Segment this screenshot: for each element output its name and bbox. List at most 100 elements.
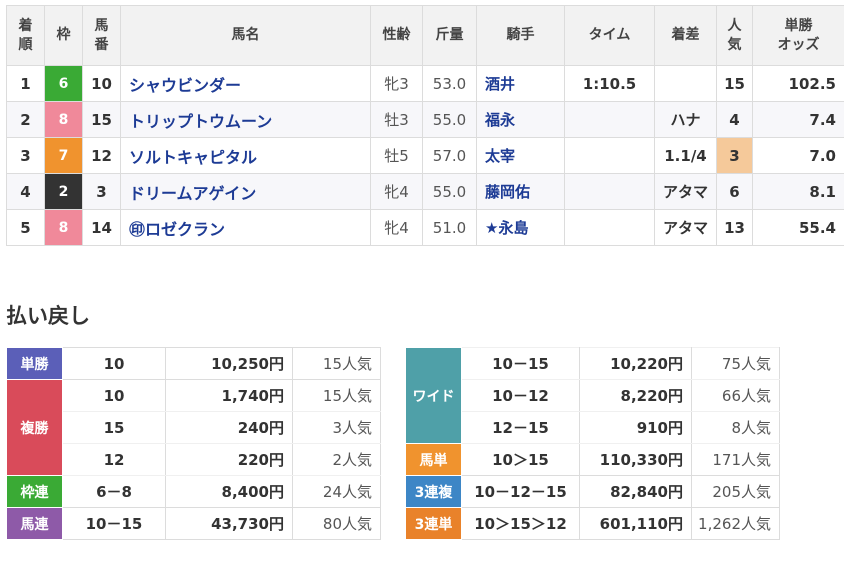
payout-popularity-cell: 24人気 <box>292 475 381 508</box>
combination-cell: 10＞15＞12 <box>461 507 580 540</box>
bet-type-label: 馬単 <box>405 443 462 476</box>
jockey-cell[interactable]: 福永 <box>476 101 565 138</box>
result-header-row: 着 順 枠 馬 番 馬名 性齢 斤量 騎手 タイム 着差 人 気 単勝 オッズ <box>6 5 844 66</box>
payout-row: 3連単 10＞15＞12 601,110円 1,262人気 <box>405 507 780 540</box>
weight-cell: 57.0 <box>422 137 477 174</box>
bet-type-label: 3連複 <box>405 475 462 508</box>
header-name: 馬名 <box>120 5 371 66</box>
horse-number-cell: 10 <box>82 65 121 102</box>
horse-name-link[interactable]: シャウビンダー <box>129 76 241 95</box>
combination-cell: 10 <box>62 347 166 380</box>
jockey-link[interactable]: 福永 <box>485 111 515 129</box>
horse-name-link[interactable]: ドリームアゲイン <box>129 184 256 203</box>
popularity-cell: 4 <box>716 101 753 138</box>
header-weight: 斤量 <box>422 5 477 66</box>
payout-row: 12 220円 2人気 <box>7 443 381 476</box>
horse-name-link[interactable]: ソルトキャピタル <box>129 148 257 167</box>
bet-type-label: 単勝 <box>6 347 63 380</box>
jockey-link[interactable]: ★永島 <box>485 219 528 237</box>
waku-cell: 2 <box>44 173 83 210</box>
odds-cell: 8.1 <box>752 173 844 210</box>
popularity-cell: 6 <box>716 173 753 210</box>
popularity-cell: 13 <box>716 209 753 246</box>
header-waku: 枠 <box>44 5 83 66</box>
waku-cell: 8 <box>44 209 83 246</box>
payout-row: 複勝 10 1,740円 15人気 <box>6 379 381 476</box>
payout-popularity-cell: 75人気 <box>691 347 780 380</box>
jockey-cell[interactable]: 藤岡佑 <box>476 173 565 210</box>
result-row: 2 8 15 トリップトウムーン 牡3 55.0 福永 ハナ 4 7.4 <box>6 101 844 138</box>
bet-type-label: 馬連 <box>6 507 63 540</box>
sex-age-cell: 牡5 <box>370 137 423 174</box>
payout-row: 単勝 10 10,250円 15人気 <box>6 347 381 380</box>
payout-amount-cell: 10,220円 <box>579 347 692 380</box>
payout-row: 枠連 6－8 8,400円 24人気 <box>6 475 381 508</box>
payout-popularity-cell: 1,262人気 <box>691 507 780 540</box>
result-row: 1 6 10 シャウビンダー 牝3 53.0 酒井 1:10.5 15 102.5 <box>6 65 844 102</box>
odds-cell: 7.4 <box>752 101 844 138</box>
sex-age-cell: 牝3 <box>370 65 423 102</box>
margin-cell <box>654 65 717 102</box>
combination-cell: 12 <box>62 443 166 476</box>
jockey-cell[interactable]: 太宰 <box>476 137 565 174</box>
horse-name-cell[interactable]: ソルトキャピタル <box>120 137 371 174</box>
payout-table-right: ワイド 10－15 10,220円 75人気 10－12 8,220円 66人気 12－15 9… <box>405 347 780 540</box>
horse-name-cell[interactable]: ㊞ロゼクラン <box>120 209 371 246</box>
race-result-table: 着 順 枠 馬 番 馬名 性齢 斤量 騎手 タイム 着差 人 気 単勝 オッズ … <box>6 5 844 246</box>
combination-cell: 10 <box>62 379 166 412</box>
payout-table-left: 単勝 10 10,250円 15人気 複勝 10 1,740円 15人気 15 240円 3人気 12… <box>6 347 381 540</box>
payout-popularity-cell: 205人気 <box>691 475 780 508</box>
bet-type-label: 複勝 <box>6 379 63 476</box>
waku-cell: 8 <box>44 101 83 138</box>
payout-amount-cell: 8,400円 <box>165 475 293 508</box>
header-margin: 着差 <box>654 5 717 66</box>
payout-popularity-cell: 80人気 <box>292 507 381 540</box>
combination-cell: 12－15 <box>461 411 580 444</box>
rank-cell: 1 <box>6 65 45 102</box>
payout-amount-cell: 43,730円 <box>165 507 293 540</box>
payout-popularity-cell: 2人気 <box>292 443 381 476</box>
margin-cell: アタマ <box>654 173 717 210</box>
payout-amount-cell: 110,330円 <box>579 443 692 476</box>
horse-name-link[interactable]: ㊞ロゼクラン <box>129 220 225 239</box>
horse-name-cell[interactable]: トリップトウムーン <box>120 101 371 138</box>
bet-type-label: 枠連 <box>6 475 63 508</box>
payout-popularity-cell: 3人気 <box>292 411 381 444</box>
payout-amount-cell: 8,220円 <box>579 379 692 412</box>
popularity-cell: 3 <box>716 137 753 174</box>
margin-cell: アタマ <box>654 209 717 246</box>
payout-amount-cell: 240円 <box>165 411 293 444</box>
rank-cell: 3 <box>6 137 45 174</box>
jockey-cell[interactable]: 酒井 <box>476 65 565 102</box>
combination-cell: 10＞15 <box>461 443 580 476</box>
bet-type-label: 3連単 <box>405 507 462 540</box>
jockey-link[interactable]: 藤岡佑 <box>485 183 530 201</box>
header-jockey: 騎手 <box>476 5 565 66</box>
payout-amount-cell: 1,740円 <box>165 379 293 412</box>
rank-cell: 4 <box>6 173 45 210</box>
result-body: 1 6 10 シャウビンダー 牝3 53.0 酒井 1:10.5 15 102.5 2 8 15 トリップ… <box>6 65 844 246</box>
jockey-link[interactable]: 太宰 <box>485 147 515 165</box>
sex-age-cell: 牡3 <box>370 101 423 138</box>
waku-cell: 6 <box>44 65 83 102</box>
header-time: タイム <box>564 5 655 66</box>
jockey-cell[interactable]: ★永島 <box>476 209 565 246</box>
payout-popularity-cell: 171人気 <box>691 443 780 476</box>
result-row: 5 8 14 ㊞ロゼクラン 牝4 51.0 ★永島 アタマ 13 55.4 <box>6 209 844 246</box>
rank-cell: 2 <box>6 101 45 138</box>
combination-cell: 10－12－15 <box>461 475 580 508</box>
horse-name-cell[interactable]: シャウビンダー <box>120 65 371 102</box>
sex-age-cell: 牝4 <box>370 209 423 246</box>
horse-name-cell[interactable]: ドリームアゲイン <box>120 173 371 210</box>
jockey-link[interactable]: 酒井 <box>485 75 515 93</box>
horse-name-link[interactable]: トリップトウムーン <box>129 112 272 131</box>
horse-number-cell: 3 <box>82 173 121 210</box>
combination-cell: 6－8 <box>62 475 166 508</box>
combination-cell: 10－15 <box>461 347 580 380</box>
odds-cell: 102.5 <box>752 65 844 102</box>
horse-number-cell: 14 <box>82 209 121 246</box>
payout-row: 10－12 8,220円 66人気 <box>406 379 780 412</box>
sex-age-cell: 牝4 <box>370 173 423 210</box>
payout-popularity-cell: 8人気 <box>691 411 780 444</box>
combination-cell: 15 <box>62 411 166 444</box>
